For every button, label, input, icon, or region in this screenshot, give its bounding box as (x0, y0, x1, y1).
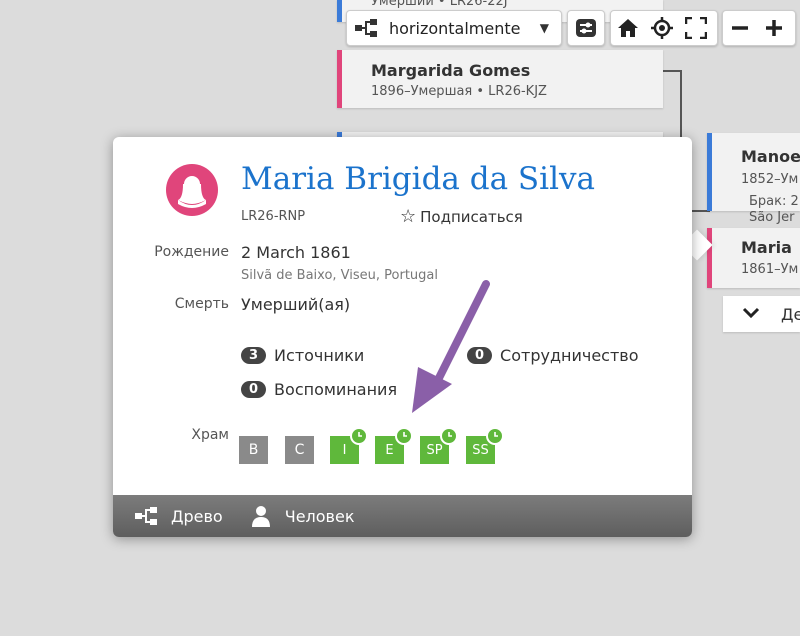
annotation-arrow (412, 280, 490, 413)
